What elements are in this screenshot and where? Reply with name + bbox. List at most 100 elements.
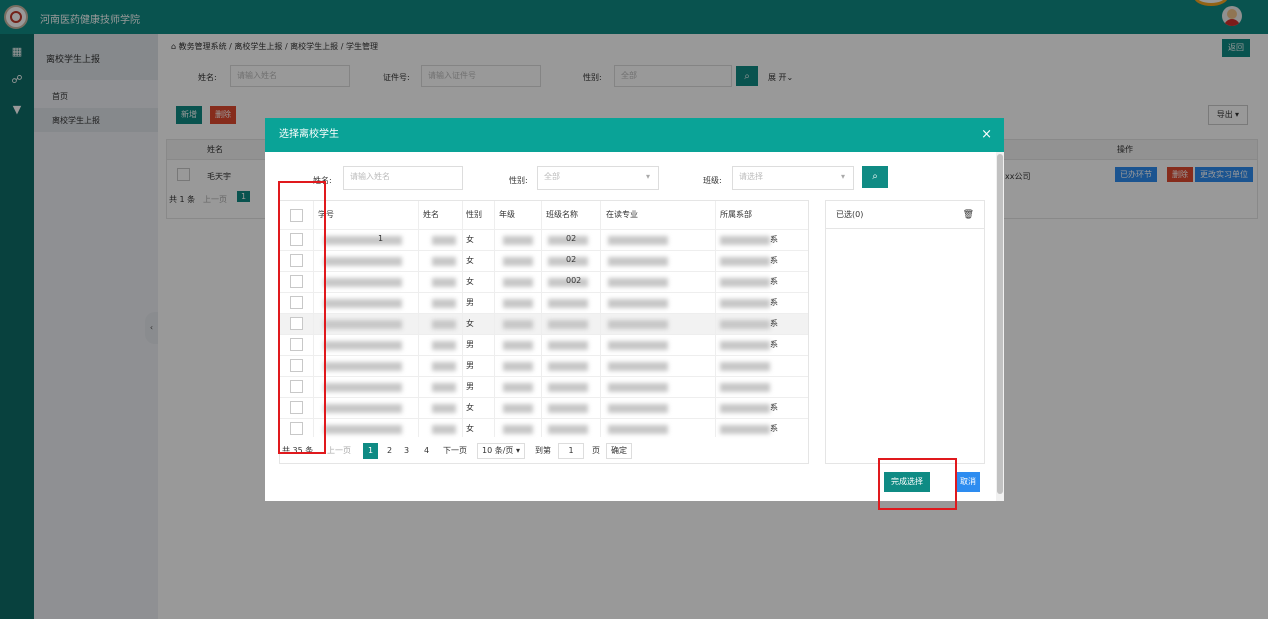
annotation-confirm-button [878,458,957,510]
department-cell: 系 [770,403,778,412]
pager-next[interactable]: 下一页 [443,442,467,460]
table-row[interactable]: 男系 [280,292,808,313]
gender-cell: 男 [466,340,474,349]
department-cell: 系 [770,235,778,244]
department-cell: 系 [770,277,778,286]
table-row[interactable]: 男系 [280,334,808,355]
class-cell: 02 [566,234,577,243]
redacted-cell [503,383,533,392]
pager-page-4[interactable]: 4 [424,442,429,460]
goto-confirm-button[interactable]: 确定 [606,443,632,459]
redacted-cell [608,236,668,245]
trash-icon[interactable]: 🗑 [963,201,974,229]
redacted-cell [608,278,668,287]
redacted-cell [548,404,588,413]
redacted-cell [720,257,770,266]
redacted-cell [608,341,668,350]
column-header-department: 所属系部 [720,210,752,219]
class-cell: 002 [566,276,582,285]
redacted-cell [608,320,668,329]
pager-page-1[interactable]: 1 [363,443,378,459]
redacted-cell [324,320,402,329]
gender-cell: 女 [466,235,474,244]
column-header-major: 在读专业 [606,210,638,219]
redacted-cell [324,278,402,287]
redacted-cell [720,341,770,350]
dialog-gender-label: 性别: [509,176,528,185]
close-icon[interactable]: × [981,118,992,152]
table-row[interactable]: 女系 [280,313,808,334]
dialog-search-button[interactable]: ⌕ [862,166,888,188]
redacted-cell [324,362,402,371]
redacted-cell [432,299,456,308]
pager-page-2[interactable]: 2 [387,442,392,460]
redacted-cell [720,383,770,392]
redacted-cell [503,362,533,371]
selected-count: 已选(0) [836,210,864,219]
department-cell: 系 [770,424,778,433]
dialog-class-select[interactable]: 请选择 ▾ [732,166,854,190]
redacted-cell [548,320,588,329]
student-id-cell: 1 [378,234,384,243]
page-size-select[interactable]: 10 条/页 ▾ [477,443,525,459]
department-cell: 系 [770,256,778,265]
redacted-cell [548,425,588,434]
gender-cell: 女 [466,319,474,328]
redacted-cell [720,404,770,413]
table-row[interactable]: 女 002 系 [280,271,808,292]
column-header-grade: 年级 [499,210,515,219]
dialog-gender-select[interactable]: 全部 ▾ [537,166,659,190]
redacted-cell [432,383,456,392]
redacted-cell [432,257,456,266]
dialog-scrollbar[interactable] [996,152,1004,501]
redacted-cell [324,236,402,245]
table-row[interactable]: 男 [280,376,808,397]
column-header-gender: 性别 [466,210,482,219]
dialog-header: 选择离校学生 × [265,118,1004,152]
redacted-cell [503,278,533,287]
redacted-cell [608,383,668,392]
gender-cell: 女 [466,256,474,265]
cancel-button[interactable]: 取消 [956,472,980,492]
redacted-cell [432,362,456,371]
annotation-checkbox-column [278,181,326,454]
redacted-cell [548,362,588,371]
table-row[interactable]: 1 女 02 系 [280,229,808,250]
redacted-cell [432,236,456,245]
redacted-cell [608,257,668,266]
redacted-cell [432,278,456,287]
redacted-cell [720,236,770,245]
redacted-cell [720,425,770,434]
gender-cell: 男 [466,361,474,370]
pager-page-3[interactable]: 3 [404,442,409,460]
redacted-cell [720,278,770,287]
goto-page-input[interactable]: 1 [558,443,584,459]
pager-prev[interactable]: 上一页 [327,442,351,460]
redacted-cell [432,425,456,434]
table-row[interactable]: 女系 [280,397,808,418]
gender-cell: 女 [466,424,474,433]
redacted-cell [548,341,588,350]
student-select-table: 学号 姓名 性别 年级 班级名称 在读专业 所属系部 1 女 02 系女 02 系女 002… [279,200,809,464]
selected-panel-header: 已选(0) 🗑 [826,201,984,229]
table-row[interactable]: 男 [280,355,808,376]
goto-label: 到第 [535,446,551,455]
redacted-cell [503,236,533,245]
redacted-cell [324,299,402,308]
redacted-cell [720,362,770,371]
dialog-title: 选择离校学生 [279,129,339,140]
chevron-down-icon: ▾ [645,172,650,181]
redacted-cell [324,425,402,434]
dialog-name-input[interactable]: 请输入姓名 [343,166,463,190]
redacted-cell [324,404,402,413]
table-row[interactable]: 女 02 系 [280,250,808,271]
redacted-cell [432,404,456,413]
department-cell: 系 [770,340,778,349]
redacted-cell [548,383,588,392]
redacted-cell [503,257,533,266]
search-icon: ⌕ [872,171,878,182]
table-row[interactable]: 女系 [280,418,808,439]
redacted-cell [324,257,402,266]
redacted-cell [720,320,770,329]
redacted-cell [608,299,668,308]
